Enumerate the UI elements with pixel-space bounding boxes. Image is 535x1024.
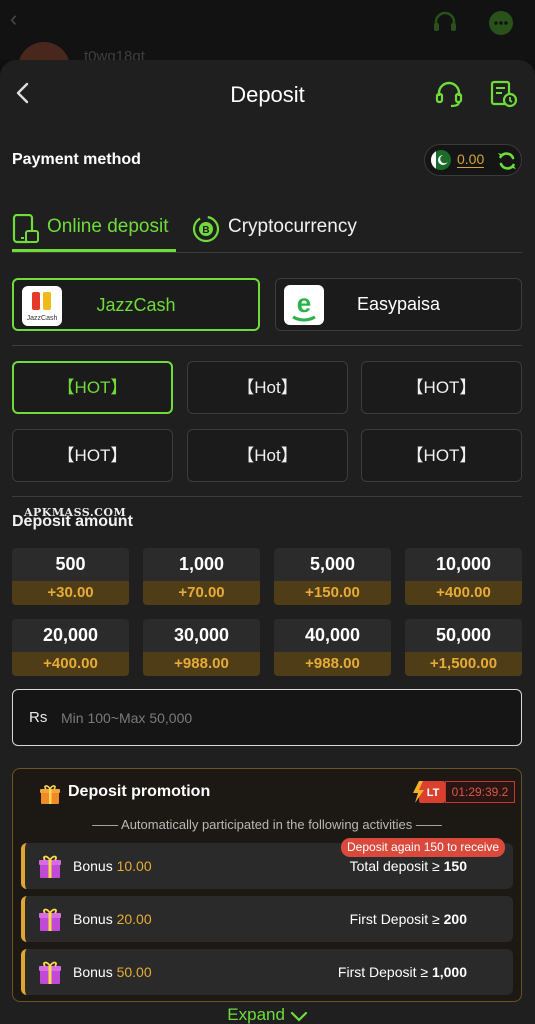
tab-online-deposit[interactable]: Online deposit xyxy=(12,210,176,252)
promotion-subtitle: —— Automatically participated in the fol… xyxy=(92,817,442,832)
bonus-label: Bonus 20.00 xyxy=(73,911,152,927)
promotion-title: Deposit promotion xyxy=(68,783,211,800)
watermark: APKMASS.COM xyxy=(24,506,127,519)
payment-method-label: Payment method xyxy=(12,151,141,168)
amount-value: 40,000 xyxy=(304,625,361,645)
method-jazzcash[interactable]: JazzCash JazzCash xyxy=(12,278,260,331)
limited-time-badge: LT xyxy=(413,781,445,803)
tab-online-deposit-label: Online deposit xyxy=(47,216,169,237)
amount-value: 20,000 xyxy=(42,625,99,645)
amount-option[interactable]: 5,000 +150.00 xyxy=(274,548,391,605)
divider xyxy=(12,496,522,497)
channel-button-3[interactable]: 【HOT】 xyxy=(361,361,522,414)
customer-service-icon[interactable] xyxy=(433,78,465,110)
amount-bonus: +1,500.00 xyxy=(405,652,522,676)
bonus-label: Bonus 50.00 xyxy=(73,964,152,980)
amount-value: 10,000 xyxy=(435,554,492,574)
svg-text:LT: LT xyxy=(427,787,440,799)
amount-option[interactable]: 1,000 +70.00 xyxy=(143,548,260,605)
amount-bonus: +988.00 xyxy=(274,652,391,676)
bonus-condition: First Deposit ≥ 200 xyxy=(349,911,467,927)
amount-option[interactable]: 20,000 +400.00 xyxy=(12,619,129,676)
gift-box-icon xyxy=(39,908,61,931)
balance-pill: 0.00 xyxy=(424,144,522,176)
refresh-icon[interactable] xyxy=(496,150,518,172)
amount-bonus: +150.00 xyxy=(274,581,391,605)
deposit-sheet: Deposit Payment method 0.00 Online depos… xyxy=(0,60,535,1024)
amount-input-box: Rs xyxy=(12,689,522,746)
bonus-condition: First Deposit ≥ 1,000 xyxy=(337,964,467,980)
channel-button-1[interactable]: 【HOT】 xyxy=(12,361,173,414)
amount-option[interactable]: 500 +30.00 xyxy=(12,548,129,605)
amount-bonus: +400.00 xyxy=(405,581,522,605)
amount-value: 5,000 xyxy=(309,554,356,574)
method-easypaisa-label: Easypaisa xyxy=(356,294,441,314)
bonus-row[interactable]: Bonus 50.00 First Deposit ≥ 1,000 xyxy=(21,949,513,995)
channel-button-2[interactable]: 【Hot】 xyxy=(187,361,348,414)
amount-value: 30,000 xyxy=(173,625,230,645)
expand-button[interactable]: Expand xyxy=(0,1005,535,1024)
amount-option[interactable]: 30,000 +988.00 xyxy=(143,619,260,676)
bg-chat-icon xyxy=(489,11,513,35)
bg-back-icon: ‹ xyxy=(10,6,18,31)
channel-button-6[interactable]: 【HOT】 xyxy=(361,429,522,482)
method-jazzcash-label: JazzCash xyxy=(96,295,176,315)
bg-support-icon xyxy=(434,11,456,31)
pakistan-flag-icon xyxy=(431,150,451,170)
amount-option[interactable]: 10,000 +400.00 xyxy=(405,548,522,605)
channel-button-4[interactable]: 【HOT】 xyxy=(12,429,173,482)
svg-text:B: B xyxy=(202,225,209,236)
chevron-down-icon xyxy=(290,1011,307,1022)
method-easypaisa[interactable]: e Easypaisa xyxy=(275,278,522,331)
amount-value: 500 xyxy=(55,554,86,574)
header: Deposit xyxy=(0,60,535,132)
amount-bonus: +70.00 xyxy=(143,581,260,605)
deposit-again-tag: Deposit again 150 to receive xyxy=(341,838,506,857)
amount-value: 1,000 xyxy=(178,554,225,574)
divider xyxy=(12,252,522,253)
amount-option[interactable]: 40,000 +988.00 xyxy=(274,619,391,676)
currency-label: Rs xyxy=(29,709,48,726)
amount-bonus: +30.00 xyxy=(12,581,129,605)
amount-value: 50,000 xyxy=(435,625,492,645)
bonus-row[interactable]: Bonus 20.00 First Deposit ≥ 200 xyxy=(21,896,513,942)
bonus-label: Bonus 10.00 xyxy=(73,858,152,874)
divider xyxy=(12,345,522,346)
crypto-coin-icon: B xyxy=(192,215,220,243)
amount-bonus: +400.00 xyxy=(12,652,129,676)
tab-cryptocurrency[interactable]: B Cryptocurrency xyxy=(192,210,372,252)
expand-label: Expand xyxy=(227,1005,285,1024)
channel-button-5[interactable]: 【Hot】 xyxy=(187,429,348,482)
gift-box-icon xyxy=(39,855,61,878)
tab-cryptocurrency-label: Cryptocurrency xyxy=(228,216,357,237)
amount-input[interactable] xyxy=(61,704,501,732)
amount-option[interactable]: 50,000 +1,500.00 xyxy=(405,619,522,676)
background-topbar: ‹ t0wq18qt xyxy=(0,0,535,72)
phone-icon xyxy=(12,214,39,244)
countdown-timer: 01:29:39.2 xyxy=(445,781,515,803)
deposit-promotion-panel: Deposit promotion LT 01:29:39.2 —— Autom… xyxy=(12,768,522,1002)
gift-box-icon xyxy=(39,961,61,984)
svg-text:JazzCash: JazzCash xyxy=(27,315,58,322)
gift-icon xyxy=(40,785,60,804)
balance-amount: 0.00 xyxy=(457,151,485,168)
deposit-history-icon[interactable] xyxy=(488,78,520,110)
amount-bonus: +988.00 xyxy=(143,652,260,676)
bonus-condition: Total deposit ≥ 150 xyxy=(349,858,467,874)
